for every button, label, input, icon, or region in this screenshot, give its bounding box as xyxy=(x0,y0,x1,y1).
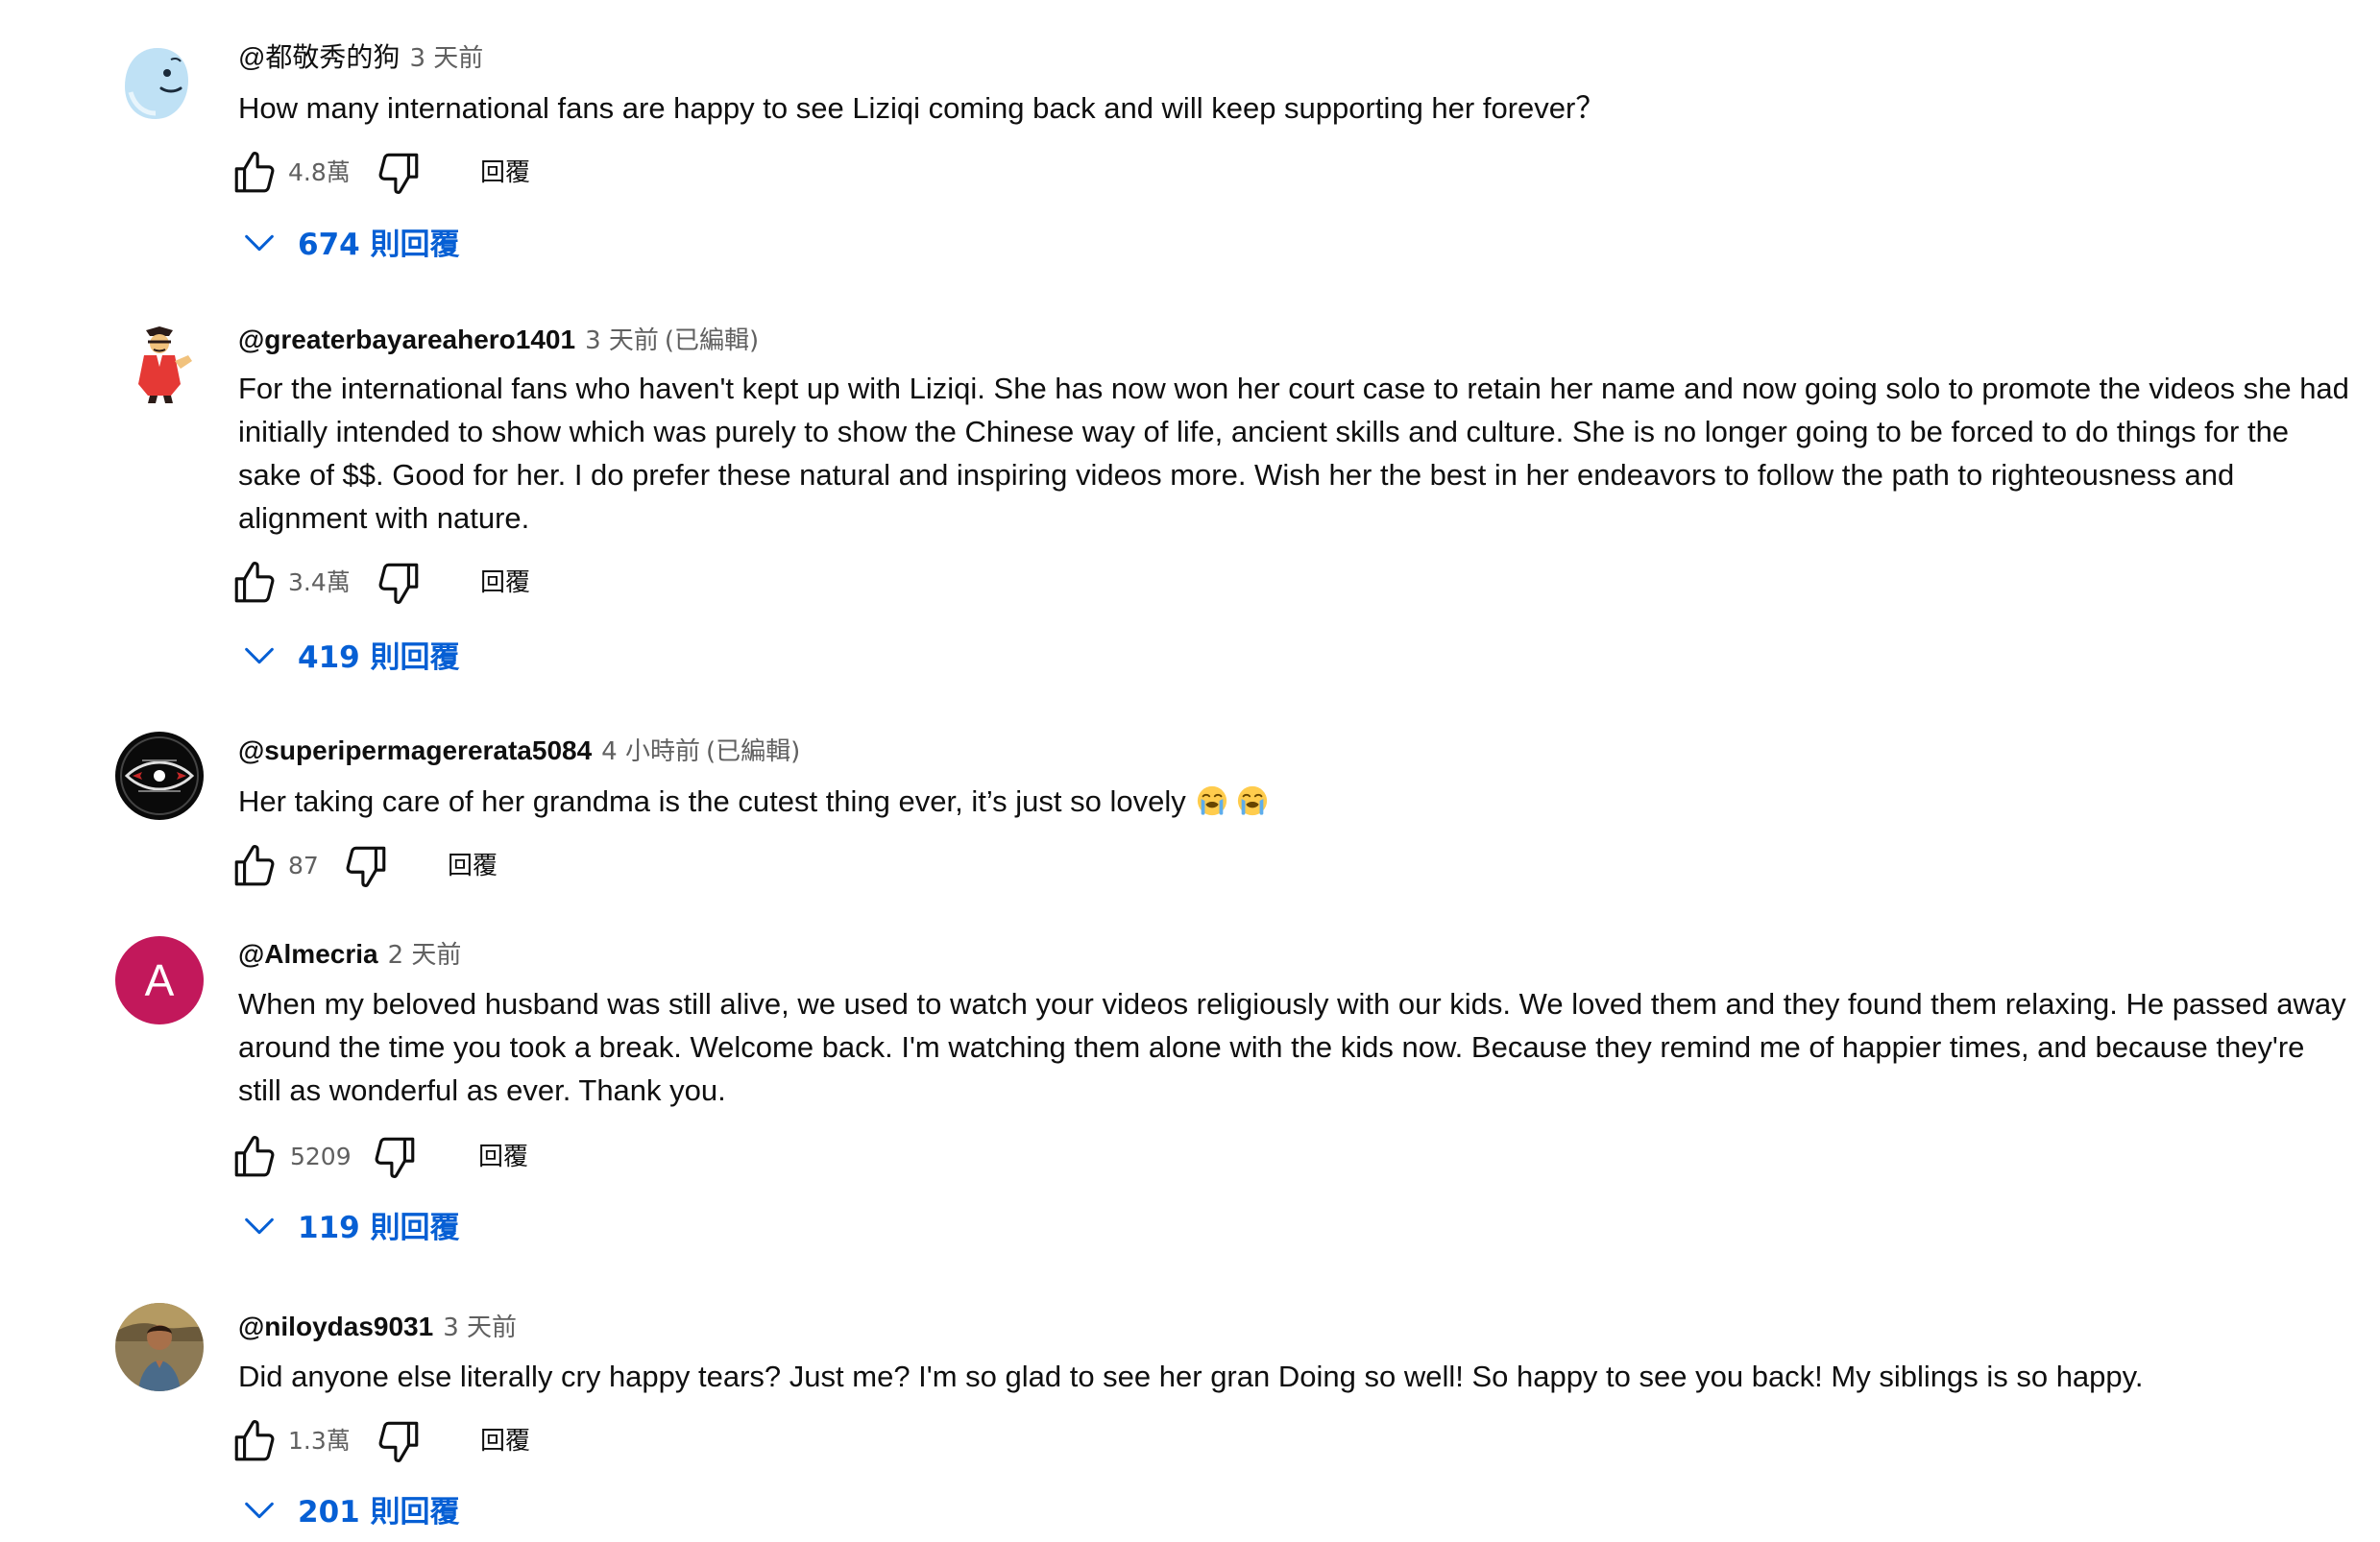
avatar[interactable] xyxy=(115,38,204,127)
thumb-up-icon xyxy=(231,842,279,890)
comment-text: Did anyone else literally cry happy tear… xyxy=(238,1360,2144,1393)
comment-header: @Almecria 2 天前 xyxy=(238,935,461,974)
like-count: 3.4萬 xyxy=(288,568,351,596)
timestamp[interactable]: 3 天前 xyxy=(409,44,483,73)
like-count: 5209 xyxy=(290,1143,352,1170)
comment-text-content: Her taking care of her grandma is the cu… xyxy=(238,784,1186,818)
comment-header: @superipermagererata5084 4 小時前 (已編輯) xyxy=(238,732,800,770)
replies-count: 419 則回覆 xyxy=(298,640,460,675)
cartoon-man-avatar-icon xyxy=(115,317,204,405)
chevron-down-icon xyxy=(240,637,279,675)
view-replies-button[interactable]: 674 則回覆 xyxy=(240,221,460,269)
thumb-up-icon xyxy=(231,1133,279,1181)
chevron-down-icon xyxy=(240,1491,279,1530)
like-button[interactable] xyxy=(231,842,279,890)
comment-text: When my beloved husband was still alive,… xyxy=(238,987,2346,1107)
timestamp[interactable]: 3 天前 xyxy=(585,326,659,355)
chevron-down-icon xyxy=(240,224,279,262)
avatar[interactable] xyxy=(115,317,204,405)
reply-button[interactable]: 回覆 xyxy=(478,1133,528,1181)
comment-text: How many international fans are happy to… xyxy=(238,91,1606,125)
comment-header: @niloydas9031 3 天前 xyxy=(238,1308,517,1346)
timestamp[interactable]: 2 天前 xyxy=(388,941,462,970)
thumb-up-icon xyxy=(231,559,279,607)
replies-count: 674 則回覆 xyxy=(298,228,460,262)
comment-header: @greaterbayareahero1401 3 天前 (已編輯) xyxy=(238,321,759,359)
dislike-button[interactable] xyxy=(371,1133,419,1181)
comment-text: Her taking care of her grandma is the cu… xyxy=(238,780,2351,823)
thumb-up-icon xyxy=(231,149,279,197)
avatar[interactable]: A xyxy=(115,936,204,1024)
loudly-crying-face-emoji-icon xyxy=(1236,784,1269,817)
dark-logo-avatar-icon xyxy=(115,732,204,820)
like-button[interactable] xyxy=(231,559,279,607)
thumb-down-icon xyxy=(375,149,423,197)
like-count: 1.3萬 xyxy=(288,1427,351,1455)
dislike-button[interactable] xyxy=(375,559,423,607)
avatar[interactable] xyxy=(115,1303,204,1391)
dislike-button[interactable] xyxy=(375,149,423,197)
chevron-down-icon xyxy=(240,1207,279,1245)
timestamp[interactable]: 3 天前 xyxy=(443,1313,517,1342)
loudly-crying-face-emoji-icon xyxy=(1196,784,1228,817)
avatar[interactable] xyxy=(115,732,204,820)
dislike-button[interactable] xyxy=(375,1417,423,1465)
photo-avatar-icon xyxy=(115,1303,204,1391)
edited-label: (已編輯) xyxy=(705,737,801,766)
author-name[interactable]: @Almecria xyxy=(238,939,378,969)
cartoon-face-avatar-icon xyxy=(115,38,204,127)
replies-count: 201 則回覆 xyxy=(298,1495,460,1530)
thumb-down-icon xyxy=(375,1417,423,1465)
like-button[interactable] xyxy=(231,149,279,197)
like-button[interactable] xyxy=(231,1133,279,1181)
view-replies-button[interactable]: 119 則回覆 xyxy=(240,1204,460,1252)
replies-count: 119 則回覆 xyxy=(298,1211,460,1245)
thumb-down-icon xyxy=(375,559,423,607)
like-button[interactable] xyxy=(231,1417,279,1465)
thumb-down-icon xyxy=(371,1133,419,1181)
view-replies-button[interactable]: 419 則回覆 xyxy=(240,634,460,682)
author-name[interactable]: @都敬秀的狗 xyxy=(238,42,400,72)
reply-button[interactable]: 回覆 xyxy=(480,559,530,607)
author-name[interactable]: @niloydas9031 xyxy=(238,1312,433,1341)
author-name[interactable]: @superipermagererata5084 xyxy=(238,735,592,765)
reply-button[interactable]: 回覆 xyxy=(480,149,530,197)
dislike-button[interactable] xyxy=(342,842,390,890)
thumb-down-icon xyxy=(342,842,390,890)
like-count: 4.8萬 xyxy=(288,158,351,186)
reply-button[interactable]: 回覆 xyxy=(480,1417,530,1465)
edited-label: (已編輯) xyxy=(664,326,760,355)
thumb-up-icon xyxy=(231,1417,279,1465)
reply-button[interactable]: 回覆 xyxy=(448,842,498,890)
comment-header: @都敬秀的狗 3 天前 xyxy=(238,38,483,77)
view-replies-button[interactable]: 201 則回覆 xyxy=(240,1488,460,1536)
author-name[interactable]: @greaterbayareahero1401 xyxy=(238,325,575,354)
timestamp[interactable]: 4 小時前 xyxy=(601,737,700,766)
comment-text: For the international fans who haven't k… xyxy=(238,372,2349,535)
like-count: 87 xyxy=(288,852,319,879)
